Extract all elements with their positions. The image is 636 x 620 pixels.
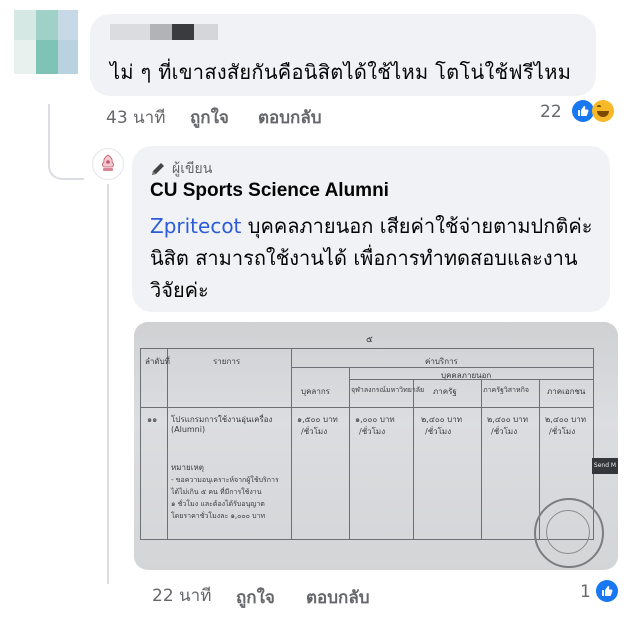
fee-state-unit: /ชั่วโมง bbox=[491, 427, 518, 436]
side-tag: Send M bbox=[592, 458, 618, 474]
fee-document: ๕ ลำดับที่ รายการ ค่าบริการ บุคลากร บุคค… bbox=[134, 322, 618, 570]
reply-time[interactable]: 22 นาที bbox=[152, 582, 211, 609]
thread-line-2 bbox=[107, 184, 109, 584]
col-no-header: ลำดับที่ bbox=[145, 357, 170, 366]
comment-text: ไม่ ๆ ที่เขาสงสัยกันคือนิสิตได้ใช้ไหม โต… bbox=[110, 60, 572, 84]
like-button[interactable]: ถูกใจ bbox=[190, 104, 229, 131]
commenter-avatar[interactable] bbox=[14, 10, 78, 74]
page-name[interactable]: CU Sports Science Alumni bbox=[150, 180, 389, 202]
col-uni-header: จุฬาลงกรณ์มหาวิทยาลัย bbox=[351, 386, 425, 394]
reply-like-button[interactable]: ถูกใจ bbox=[236, 584, 275, 611]
attached-photo[interactable]: ๕ ลำดับที่ รายการ ค่าบริการ บุคลากร บุคค… bbox=[134, 322, 618, 570]
fee-private-unit: /ชั่วโมง bbox=[549, 427, 576, 436]
thread-line bbox=[48, 104, 50, 154]
emblem-icon bbox=[102, 154, 114, 171]
row-item-sub: (Alumni) bbox=[171, 425, 206, 434]
note-line: ๑ ชั่วโมง และต้องได้รับอนุญาต bbox=[171, 500, 265, 508]
note-line: ได้ไม่เกิน ๕ คน ที่มีการใช้งาน bbox=[171, 488, 262, 496]
author-badge: ผู้เขียน bbox=[150, 158, 212, 180]
author-badge-label: ผู้เขียน bbox=[172, 161, 213, 177]
like-icon[interactable] bbox=[596, 580, 618, 602]
fee-uni-unit: /ชั่วโมง bbox=[359, 427, 386, 436]
doc-page-number: ๕ bbox=[366, 335, 373, 345]
note-line: โดยราคาชั่วโมงละ ๑,๐๐๐ บาท bbox=[171, 512, 266, 520]
comment-time[interactable]: 43 นาที bbox=[106, 104, 165, 131]
fee-staff-unit: /ชั่วโมง bbox=[301, 427, 328, 436]
reply-text: Zpritecot บุคคลภายนอก เสียค่าใช้จ่ายตามป… bbox=[150, 210, 600, 306]
reply-bubble: ผู้เขียน CU Sports Science Alumni Zprite… bbox=[132, 146, 610, 312]
page-avatar[interactable] bbox=[92, 148, 124, 180]
col-private-header: ภาคเอกชน bbox=[547, 387, 586, 396]
col-state-header: ภาครัฐวิสาหกิจ bbox=[483, 386, 529, 394]
col-gov-header: ภาครัฐ bbox=[433, 387, 457, 396]
col-staff-header: บุคลากร bbox=[301, 387, 330, 396]
reply-button[interactable]: ตอบกลับ bbox=[258, 104, 322, 131]
like-icon[interactable] bbox=[572, 100, 594, 122]
fee-gov-unit: /ชั่วโมง bbox=[425, 427, 452, 436]
comment-bubble: ไม่ ๆ ที่เขาสงสัยกันคือนิสิตได้ใช้ไหม โต… bbox=[90, 14, 596, 96]
haha-icon[interactable] bbox=[592, 100, 614, 122]
col-fee-header: ค่าบริการ bbox=[425, 357, 458, 366]
reply-reply-button[interactable]: ตอบกลับ bbox=[306, 584, 370, 611]
official-seal bbox=[534, 498, 604, 568]
row-no: ๑๑ bbox=[147, 415, 158, 424]
blurred-commenter-name[interactable] bbox=[110, 24, 228, 40]
pen-icon bbox=[152, 163, 164, 175]
thread-curve bbox=[48, 154, 84, 180]
reaction-count[interactable]: 22 bbox=[540, 102, 562, 122]
reply-reaction-count[interactable]: 1 bbox=[580, 582, 591, 602]
mention-link[interactable]: Zpritecot bbox=[150, 214, 241, 238]
note-line: - ขอความอนุเคราะห์จากผู้ใช้บริการ bbox=[171, 476, 279, 484]
note-title: หมายเหตุ bbox=[171, 463, 204, 472]
fee-table: ลำดับที่ รายการ ค่าบริการ บุคลากร บุคคลภ… bbox=[140, 348, 594, 540]
col-item-header: รายการ bbox=[213, 357, 241, 366]
col-outside-header: บุคคลภายนอก bbox=[441, 371, 492, 380]
